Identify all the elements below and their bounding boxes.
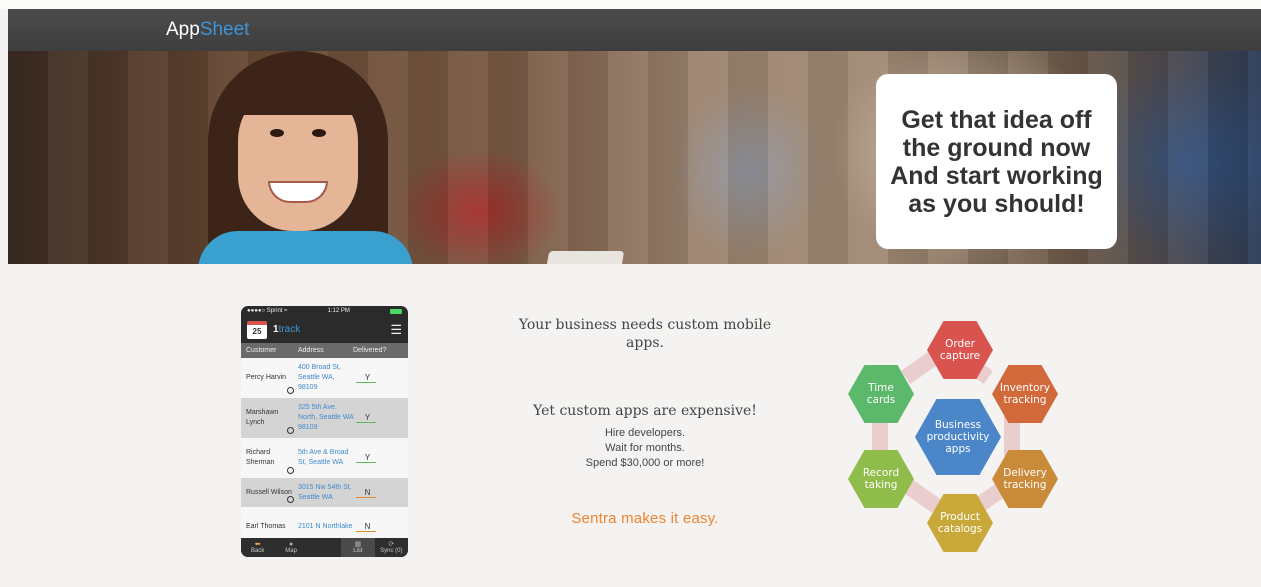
sync-icon: ⟳: [388, 540, 395, 548]
address-cell[interactable]: 400 Broad St, Seattle WA, 98109: [298, 363, 356, 393]
appsheet-logo[interactable]: AppSheet: [166, 19, 249, 41]
hamburger-menu-icon[interactable]: ☰: [390, 322, 402, 338]
hex-label: Record taking: [862, 467, 900, 491]
hero-callout-text: Get that idea off the ground now And sta…: [890, 105, 1103, 218]
hex-delivery-tracking: Delivery tracking: [992, 450, 1058, 508]
column-header: Address: [298, 347, 324, 354]
marketing-point: Spend $30,000 or more!: [585, 457, 705, 469]
hexagon-diagram: Order capture Inventory tracking Deliver…: [842, 318, 1074, 558]
customer-cell: Percy Harvin: [246, 374, 287, 381]
tab-label: List: [353, 547, 363, 554]
address-cell[interactable]: 5th Ave & Broad St, Seattle WA: [298, 448, 356, 468]
tab-label: Back: [251, 547, 265, 554]
phone-app-header: 25 1track ☰: [241, 316, 408, 343]
navigate-icon[interactable]: [287, 496, 294, 503]
tab-spacer: [308, 538, 341, 557]
battery-icon: [389, 309, 402, 314]
customer-cell: Richard Sherman: [246, 449, 275, 466]
tab-back[interactable]: ⬅ Back: [241, 538, 274, 557]
address-cell[interactable]: 325 5th Ave. North, Seattle WA 98109: [298, 403, 356, 433]
app-name-suffix: track: [278, 324, 301, 335]
phone-mockup: ●●●●○ Sprint ≈ 1:12 PM 25 1track ☰ Custo…: [241, 306, 408, 557]
tab-label: Map: [285, 547, 297, 554]
customer-cell: Marshawn Lynch: [246, 409, 279, 426]
hex-record-taking: Record taking: [848, 450, 914, 508]
table-row[interactable]: Russell Wilson 3015 Nw 54th St, Seattle …: [241, 478, 408, 507]
navigate-icon[interactable]: [287, 427, 294, 434]
hex-label: Delivery tracking: [1003, 467, 1047, 491]
logo-suffix: Sheet: [199, 19, 250, 40]
tablet-image: [546, 251, 625, 264]
logo-prefix: App: [166, 19, 200, 40]
marketing-copy: Your business needs custom mobile apps. …: [490, 316, 800, 527]
top-strip: [0, 0, 1261, 9]
tab-list[interactable]: ▦ List: [341, 538, 375, 557]
table-row[interactable]: Marshawn Lynch 325 5th Ave. North, Seatt…: [241, 398, 408, 438]
hero-banner: Get that idea off the ground now And sta…: [8, 51, 1261, 264]
hex-label: Order capture: [939, 338, 981, 362]
navigate-icon[interactable]: [287, 387, 294, 394]
navigate-icon[interactable]: [287, 467, 294, 474]
phone-app-name: 1track: [273, 324, 300, 335]
customer-cell: Earl Thomas: [246, 523, 286, 530]
delivered-cell: Y: [356, 413, 376, 423]
tab-sync[interactable]: ⟳ Sync (0): [375, 538, 408, 557]
marketing-cta[interactable]: Sentra makes it easy.: [490, 510, 800, 527]
phone-status-bar: ●●●●○ Sprint ≈ 1:12 PM: [241, 306, 408, 316]
delivered-cell: N: [356, 522, 376, 532]
delivered-cell: N: [356, 488, 376, 498]
tab-map[interactable]: ● Map: [274, 538, 307, 557]
marketing-headline: Your business needs custom mobile apps.: [518, 317, 772, 351]
table-row[interactable]: Percy Harvin 400 Broad St, Seattle WA, 9…: [241, 358, 408, 398]
address-cell[interactable]: 2101 N Northlake: [298, 522, 356, 532]
hex-business-productivity-apps: Business productivity apps: [915, 399, 1001, 475]
hex-label: Time cards: [866, 382, 896, 406]
address-cell[interactable]: 3015 Nw 54th St, Seattle WA: [298, 483, 356, 503]
delivered-cell: Y: [356, 453, 376, 463]
hex-inventory-tracking: Inventory tracking: [992, 365, 1058, 423]
marketing-point: Hire developers.: [604, 427, 686, 439]
column-header: Customer: [246, 347, 277, 354]
marketing-point: Wait for months.: [605, 442, 685, 454]
back-arrow-icon: ⬅: [254, 540, 261, 548]
table-row[interactable]: Earl Thomas 2101 N Northlake N: [241, 507, 408, 538]
list-icon: ▦: [354, 540, 362, 548]
calendar-icon: 25: [247, 320, 267, 339]
marketing-subheadline: Yet custom apps are expensive!: [533, 403, 757, 419]
table-row[interactable]: Richard Sherman 5th Ave & Broad St, Seat…: [241, 438, 408, 478]
hex-label: Product catalogs: [937, 511, 983, 535]
hero-woman-photo: [198, 51, 413, 264]
tab-label: Sync (0): [380, 547, 403, 554]
delivered-cell: Y: [356, 373, 376, 383]
phone-table-body: Percy Harvin 400 Broad St, Seattle WA, 9…: [241, 358, 408, 538]
column-header: Delivered?: [353, 347, 387, 354]
phone-table-header: Customer Address Delivered?: [241, 343, 408, 358]
top-navbar: AppSheet: [8, 9, 1261, 51]
wifi-icon: ≈: [284, 308, 288, 314]
phone-time: 1:12 PM: [327, 308, 350, 314]
hex-label: Business productivity apps: [926, 419, 990, 455]
hex-label: Inventory tracking: [999, 382, 1051, 406]
hero-callout-box: Get that idea off the ground now And sta…: [876, 74, 1117, 249]
phone-tab-bar: ⬅ Back ● Map ▦ List ⟳ Sync (0): [241, 538, 408, 557]
globe-icon: ●: [288, 540, 294, 548]
carrier-label: ●●●●○ Sprint: [247, 308, 283, 314]
